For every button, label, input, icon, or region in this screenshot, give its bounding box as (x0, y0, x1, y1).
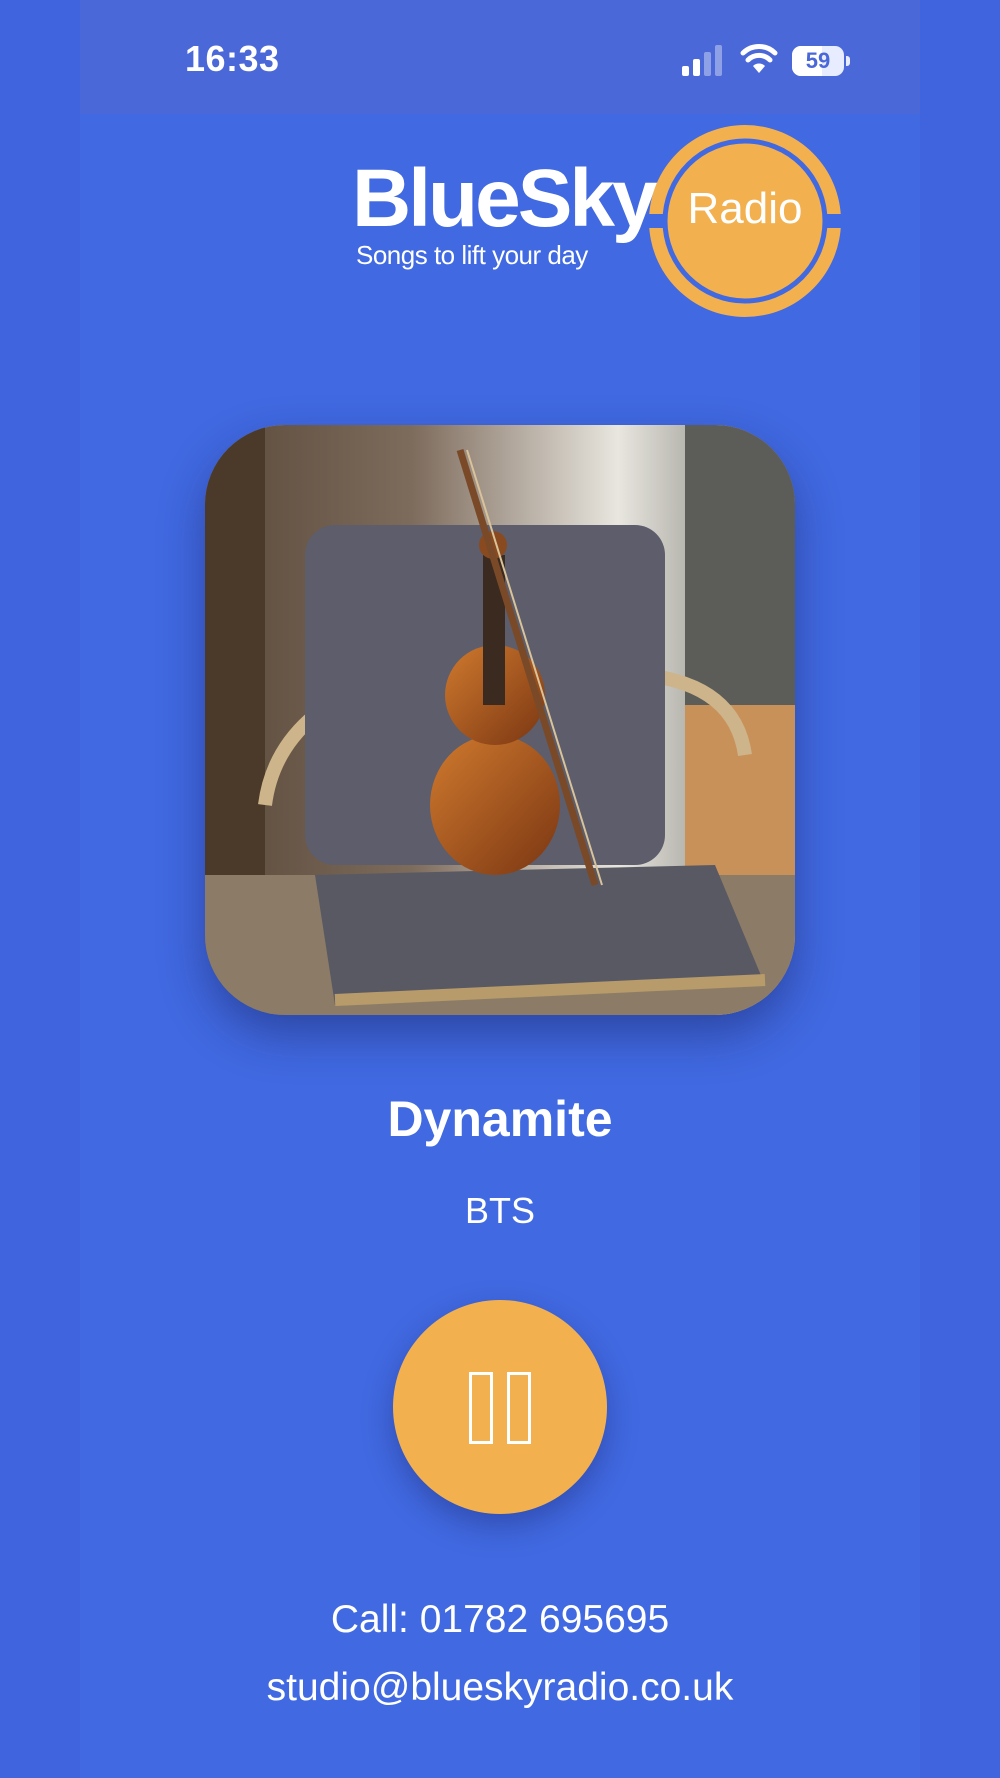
wifi-icon (740, 44, 778, 73)
logo-tagline: Songs to lift your day (356, 240, 588, 270)
background-left (0, 0, 80, 1778)
radio-badge-label: Radio (687, 184, 803, 233)
status-bar: 16:33 59 (80, 0, 920, 114)
bluesky-radio-logo: BlueSky Songs to lift your day Radio (270, 118, 850, 328)
background-right (920, 0, 1000, 1778)
app-screen: 16:33 59 BlueSky Songs to lift your day (80, 0, 920, 1778)
violin-artwork-image (205, 425, 795, 1015)
battery-percent: 59 (805, 48, 831, 73)
radio-badge: Radio (646, 122, 844, 320)
track-artist: BTS (464, 1190, 535, 1231)
play-pause-button[interactable] (393, 1300, 607, 1514)
album-artwork (205, 425, 795, 1015)
pause-icon (469, 1372, 531, 1444)
contact-phone[interactable]: Call: 01782 695695 (80, 1598, 920, 1642)
cellular-signal-icon (682, 45, 722, 76)
status-time: 16:33 (185, 38, 280, 79)
track-title: Dynamite (387, 1091, 613, 1147)
contact-email[interactable]: studio@blueskyradio.co.uk (80, 1666, 920, 1710)
battery-indicator: 59 (792, 46, 850, 76)
logo-brand: BlueSky (352, 153, 658, 244)
